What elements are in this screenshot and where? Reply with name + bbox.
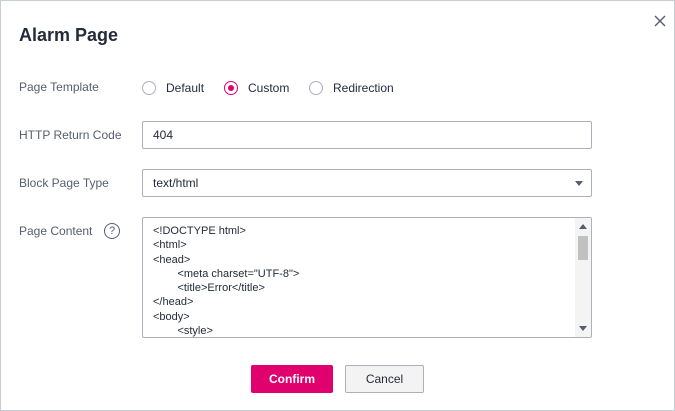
http-return-code-value: 404	[153, 128, 174, 142]
chevron-down-icon[interactable]	[575, 181, 583, 186]
help-icon[interactable]: ?	[104, 223, 120, 239]
confirm-button[interactable]: Confirm	[251, 365, 333, 393]
http-return-code-input[interactable]: 404	[142, 121, 592, 149]
radio-default-label: Default	[166, 81, 205, 95]
block-page-type-select[interactable]: text/html	[142, 169, 592, 197]
radio-circle[interactable]	[142, 81, 156, 95]
http-return-code-label: HTTP Return Code	[19, 128, 122, 142]
radio-circle[interactable]	[309, 81, 323, 95]
page-content-label: Page Content	[19, 224, 93, 238]
close-icon[interactable]	[651, 12, 669, 30]
radio-circle[interactable]	[224, 81, 238, 95]
scroll-up-icon[interactable]	[579, 224, 587, 229]
radio-custom[interactable]: Custom	[224, 79, 289, 97]
dialog-title: Alarm Page	[19, 25, 119, 45]
cancel-button[interactable]: Cancel	[345, 365, 424, 393]
page-content-textarea[interactable]: <!DOCTYPE html> <html> <head> <meta char…	[142, 217, 592, 338]
page-content-code[interactable]: <!DOCTYPE html> <html> <head> <meta char…	[153, 224, 299, 337]
block-page-type-value: text/html	[153, 176, 199, 190]
radio-default[interactable]: Default	[142, 79, 204, 97]
textarea-scrollbar[interactable]	[575, 218, 591, 337]
page-template-label: Page Template	[19, 80, 99, 94]
radio-redirection-label: Redirection	[333, 81, 394, 95]
radio-redirection[interactable]: Redirection	[309, 79, 394, 97]
scroll-down-icon[interactable]	[579, 326, 587, 331]
scrollbar-thumb[interactable]	[578, 236, 588, 260]
block-page-type-label: Block Page Type	[19, 176, 109, 190]
radio-custom-label: Custom	[248, 81, 290, 95]
alarm-page-dialog: Alarm Page Page Template Default Custom …	[0, 0, 675, 411]
